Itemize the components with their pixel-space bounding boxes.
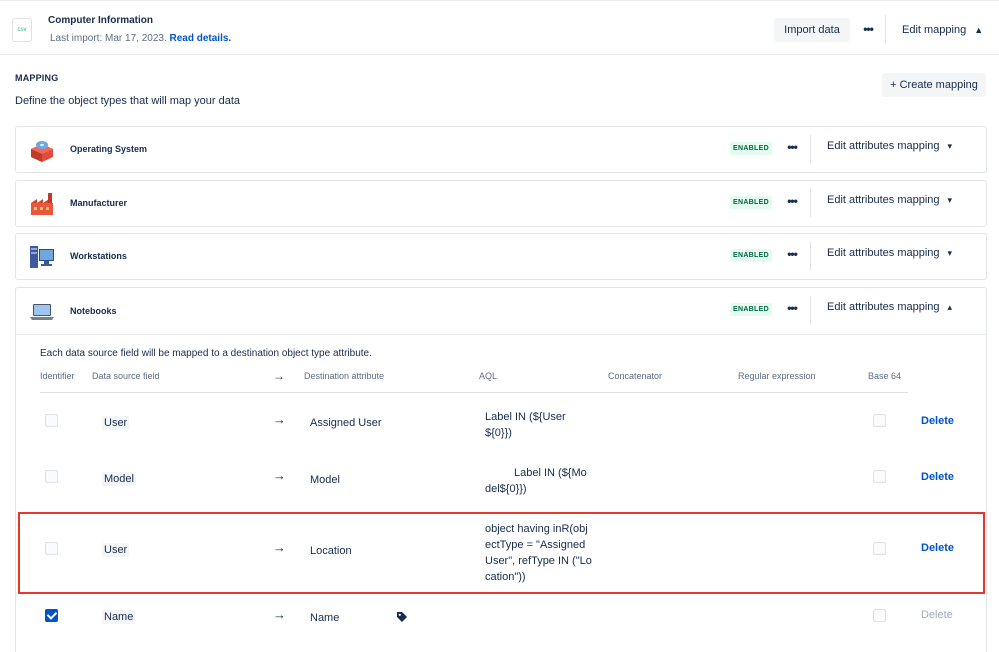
edit-attributes-label: Edit attributes mapping: [827, 194, 940, 206]
object-type-label: Notebooks: [70, 306, 117, 316]
base64-checkbox[interactable]: [873, 470, 886, 483]
chevron-down-icon: ▾: [947, 195, 953, 205]
more-actions-icon[interactable]: •••: [782, 192, 802, 212]
operating-system-icon: [31, 141, 53, 162]
data-source-field: Name: [102, 610, 136, 624]
aql-line: del${0}}): [485, 483, 527, 495]
arrow-right-icon: →: [273, 468, 286, 483]
chevron-down-icon: ▾: [947, 248, 953, 258]
import-data-button[interactable]: Import data: [774, 18, 850, 42]
column-header-destination: Destination attribute: [304, 371, 385, 381]
edit-attributes-mapping-button[interactable]: Edit attributes mapping ▴: [827, 301, 952, 313]
laptop-icon: [30, 304, 54, 320]
arrow-right-icon: →: [273, 412, 286, 427]
aql-line: Label IN (${Mo: [514, 467, 587, 479]
attribute-table-description: Each data source field will be mapped to…: [40, 348, 372, 359]
edit-attributes-mapping-button[interactable]: Edit attributes mapping ▾: [827, 194, 952, 206]
object-type-label: Manufacturer: [70, 198, 128, 208]
delete-button[interactable]: Delete: [921, 471, 954, 483]
status-badge: ENABLED: [730, 196, 772, 209]
edit-mapping-button[interactable]: Edit mapping ▲: [902, 18, 983, 42]
column-header-regex: Regular expression: [738, 371, 816, 381]
more-actions-icon[interactable]: •••: [782, 299, 802, 319]
destination-attribute: Assigned User: [310, 417, 382, 429]
object-type-label: Operating System: [70, 144, 148, 154]
chevron-down-icon: ▾: [947, 141, 953, 151]
destination-attribute: Name: [310, 612, 340, 624]
mapping-description: Define the object types that will map yo…: [15, 95, 241, 107]
divider: [16, 334, 986, 335]
edit-attributes-mapping-button[interactable]: Edit attributes mapping ▾: [827, 247, 952, 259]
aql-expression: Label IN (${User ${0}}): [485, 409, 566, 441]
create-mapping-button[interactable]: + Create mapping: [882, 73, 986, 97]
aql-expression: Label IN (${Mo del${0}}): [485, 465, 587, 497]
tag-icon: [397, 612, 407, 622]
last-import-text: Last import: Mar 17, 2023. Read details.: [50, 33, 231, 44]
column-header-identifier: Identifier: [40, 371, 75, 381]
edit-attributes-label: Edit attributes mapping: [827, 301, 940, 313]
object-type-card: Operating System ENABLED ••• Edit attrib…: [15, 126, 987, 173]
status-badge: ENABLED: [730, 142, 772, 155]
more-actions-icon[interactable]: •••: [858, 18, 878, 42]
aql-line: ${0}}): [485, 427, 512, 439]
delete-button-disabled: Delete: [921, 609, 953, 621]
import-header: csv Computer Information Last import: Ma…: [0, 0, 999, 55]
chevron-up-icon: ▴: [947, 302, 953, 312]
mapping-heading: MAPPING: [15, 73, 59, 83]
more-actions-icon[interactable]: •••: [782, 138, 802, 158]
status-badge: ENABLED: [730, 303, 772, 316]
workstation-icon: [30, 246, 54, 268]
import-title: Computer Information: [48, 15, 153, 26]
arrow-right-icon: →: [273, 607, 286, 622]
aql-line: Label IN (${User: [485, 411, 566, 423]
edit-attributes-label: Edit attributes mapping: [827, 140, 940, 152]
divider: [810, 189, 811, 217]
base64-checkbox[interactable]: [873, 609, 886, 622]
data-source-field: Model: [102, 472, 136, 486]
more-actions-icon[interactable]: •••: [782, 245, 802, 265]
object-type-label: Workstations: [70, 251, 127, 261]
divider: [810, 135, 811, 163]
divider: [810, 242, 811, 270]
csv-file-icon: csv: [12, 18, 32, 42]
column-header-base64: Base 64: [868, 371, 902, 381]
object-type-card: Manufacturer ENABLED ••• Edit attributes…: [15, 180, 987, 227]
edit-mapping-label: Edit mapping: [902, 24, 967, 36]
highlight-box: [18, 512, 985, 594]
identifier-checkbox[interactable]: [45, 470, 58, 483]
base64-checkbox[interactable]: [873, 414, 886, 427]
factory-icon: [31, 193, 53, 215]
arrow-right-icon: →: [273, 369, 285, 383]
divider: [885, 15, 886, 43]
divider: [40, 392, 908, 393]
data-source-field: User: [102, 416, 130, 430]
status-badge: ENABLED: [730, 249, 772, 262]
identifier-checkbox-checked[interactable]: [45, 609, 58, 622]
chevron-up-icon: ▲: [974, 25, 984, 35]
delete-button[interactable]: Delete: [921, 415, 954, 427]
object-type-card: Workstations ENABLED ••• Edit attributes…: [15, 233, 987, 280]
last-import-date: Last import: Mar 17, 2023.: [50, 33, 167, 44]
edit-attributes-mapping-button[interactable]: Edit attributes mapping ▾: [827, 140, 952, 152]
edit-attributes-label: Edit attributes mapping: [827, 247, 940, 259]
column-header-aql: AQL: [479, 371, 498, 381]
identifier-checkbox[interactable]: [45, 414, 58, 427]
divider: [810, 296, 811, 324]
column-header-source: Data source field: [92, 371, 160, 381]
column-header-concatenator: Concatenator: [608, 371, 663, 381]
read-details-link[interactable]: Read details.: [170, 33, 232, 44]
destination-attribute: Model: [310, 474, 340, 486]
